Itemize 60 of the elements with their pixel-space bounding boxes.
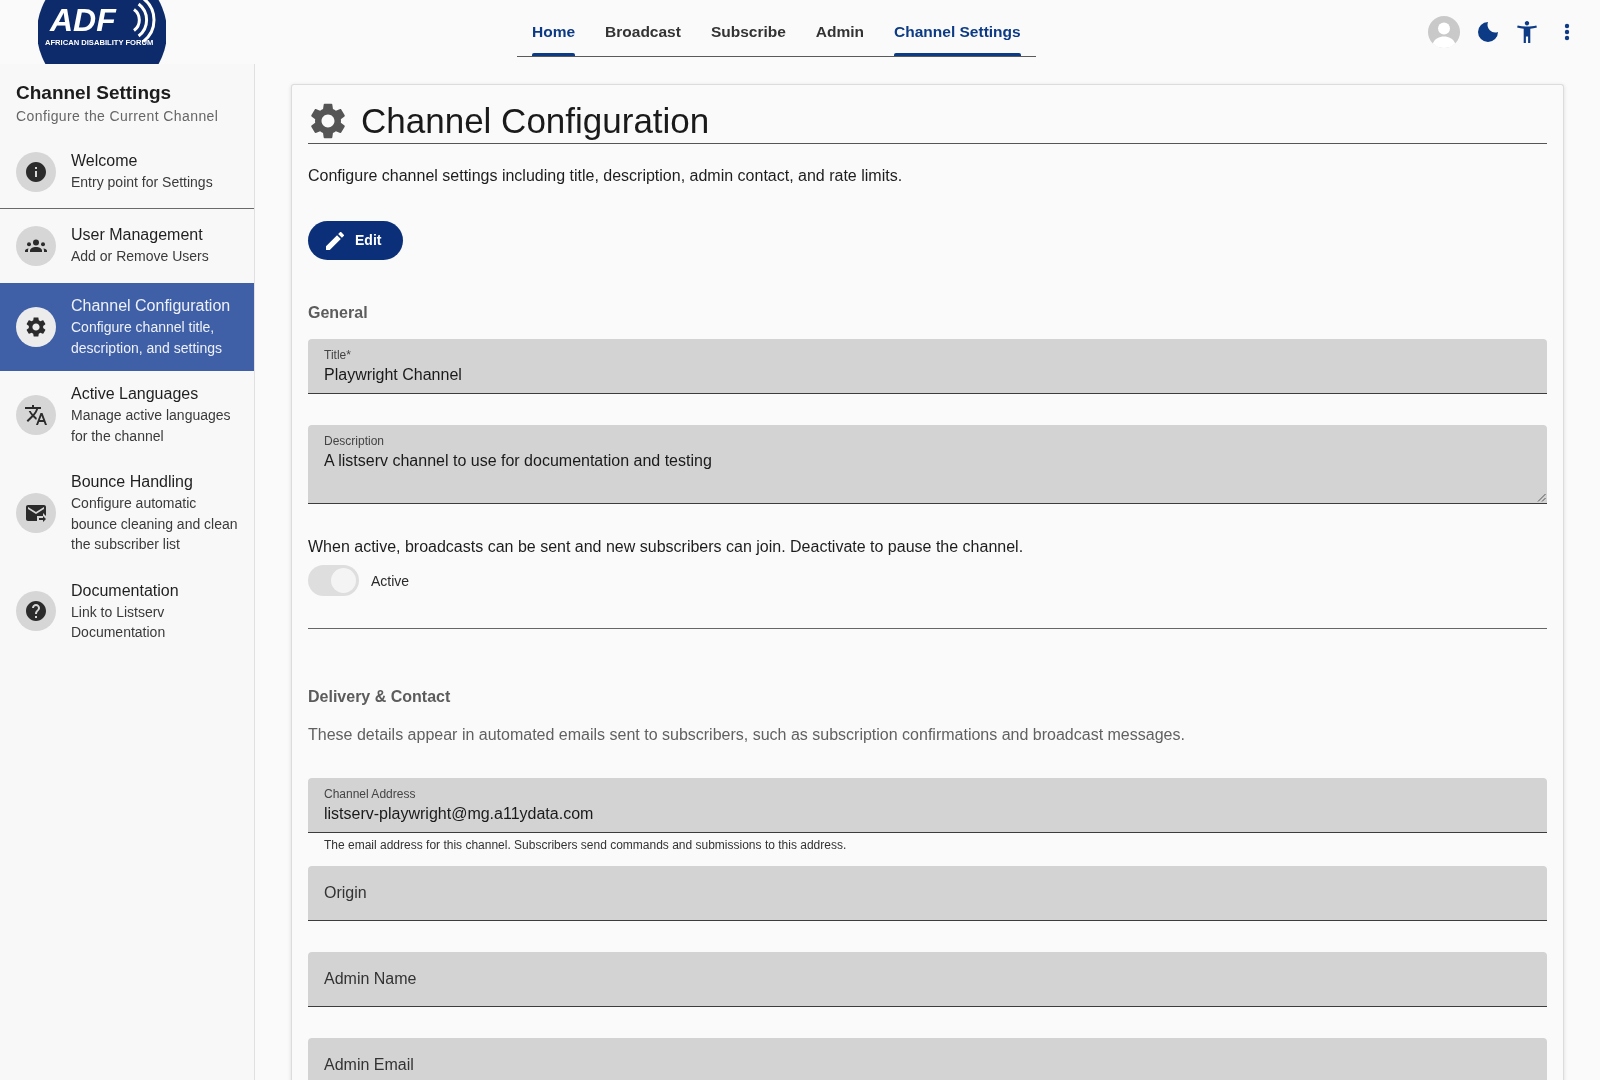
field-label: Channel Address [324, 787, 417, 802]
section-heading: General [308, 303, 369, 323]
item-title: Active Languages [71, 384, 200, 404]
field-label: Title* [324, 348, 352, 363]
item-title: Bounce Handling [71, 472, 194, 492]
text-field[interactable]: Channel Address listserv-playwright@mg.a11ydata.com [308, 778, 1547, 833]
sidebar-title: Channel Settings [16, 81, 173, 105]
sidebar-item[interactable]: User Management Add or Remove Users [0, 209, 254, 283]
item-subtitle: Add or Remove Users [71, 247, 209, 267]
sidebar-item[interactable]: Active Languages Manage active languages for the channel [0, 371, 254, 459]
gear-icon [310, 103, 346, 139]
item-title: Channel Configuration [71, 296, 232, 316]
field-value: Playwright Channel [324, 365, 463, 385]
section-intro: These details appear in automated emails sent to subscribers, such as subscription confirmations and broadcast messages. [308, 725, 1186, 745]
translate-icon [16, 394, 56, 435]
field-value: A listserv channel to use for documentation and testing [324, 451, 713, 471]
text-field[interactable]: Admin Name [308, 952, 1547, 1007]
nav-tab[interactable]: Subscribe [695, 0, 801, 56]
people-icon [16, 225, 56, 266]
field-label: Admin Name [324, 969, 417, 989]
page-description: Configure channel settings including title, description, admin contact, and rate limits. [308, 166, 904, 186]
field-label: Description [324, 434, 386, 449]
resize-grip-icon[interactable] [1537, 493, 1546, 502]
help-icon [16, 591, 56, 631]
pencil-icon [326, 231, 344, 250]
textarea-field[interactable]: Description A listserv channel to use for documentation and testing [308, 425, 1547, 504]
nav-tab[interactable]: Admin [800, 0, 880, 56]
sidebar-item[interactable]: Channel Configuration Configure channel title, description, and settings [0, 283, 254, 371]
info-icon [16, 151, 56, 192]
field-value: listserv-playwright@mg.a11ydata.com [324, 804, 595, 824]
item-title: Welcome [71, 151, 139, 172]
page-title: Channel Configuration [361, 101, 710, 141]
item-subtitle: Configure automatic bounce cleaning and clean the subscriber list [71, 494, 239, 554]
sidebar-subtitle: Configure the Current Channel [16, 107, 220, 126]
nav-tab[interactable]: Broadcast [590, 0, 696, 56]
field-label: Origin [324, 883, 367, 903]
nav-tab[interactable]: Channel Settings [879, 0, 1036, 56]
moon-icon[interactable] [1478, 21, 1498, 42]
item-subtitle: Configure channel title, description, and settings [71, 318, 223, 358]
item-subtitle: Manage active languages for the channel [71, 406, 232, 446]
toggle-label: Active [371, 571, 410, 591]
sidebar-item[interactable]: Welcome Entry point for Settings [0, 135, 254, 209]
text-field[interactable]: Origin [308, 866, 1547, 921]
sidebar-item[interactable]: Bounce Handling Configure automatic bounce cleaning and clean the subscriber list [0, 459, 254, 568]
field-label: Admin Email [324, 1055, 414, 1075]
sidebar-item[interactable]: Documentation Link to Listserv Documentation [0, 567, 254, 656]
accessibility-icon[interactable] [1516, 20, 1538, 43]
helper-text: The email address for this channel. Subscribers send commands and submissions to this address. [323, 837, 848, 853]
item-title: Documentation [71, 580, 180, 601]
section-heading: Delivery & Contact [308, 687, 452, 707]
edit-button[interactable]: Edit [308, 221, 404, 260]
item-subtitle: Link to Listserv Documentation [71, 602, 167, 642]
text-field[interactable]: Admin Email [308, 1038, 1547, 1080]
more-menu-icon[interactable] [1564, 22, 1570, 41]
gear-icon [16, 306, 56, 347]
item-subtitle: Entry point for Settings [71, 173, 213, 193]
note-text: When active, broadcasts can be sent and new subscribers can join. Deactivate to pause the channel. [308, 537, 1025, 557]
text-field[interactable]: Title* Playwright Channel [308, 339, 1547, 394]
item-title: User Management [71, 225, 204, 246]
nav-tab[interactable]: Home [517, 0, 591, 56]
